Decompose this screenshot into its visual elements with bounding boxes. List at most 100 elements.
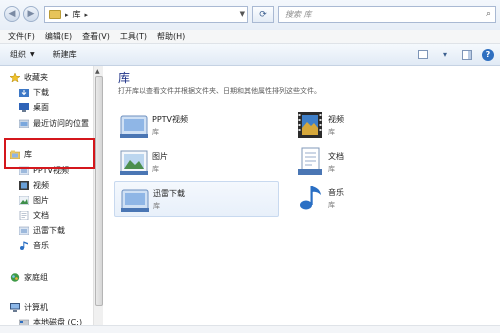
- nav-computer[interactable]: 计算机: [10, 301, 48, 314]
- nav-pictures[interactable]: 图片: [19, 194, 49, 207]
- menu-help[interactable]: 帮助(H): [155, 31, 187, 42]
- nav-label: 迅雷下载: [33, 226, 65, 235]
- recent-places-icon: [19, 119, 29, 128]
- pictures-icon: [19, 196, 29, 205]
- forward-button[interactable]: ▶: [23, 6, 39, 22]
- breadcrumb-libraries[interactable]: 库: [73, 9, 81, 20]
- tile-name: 迅雷下载: [153, 189, 185, 198]
- refresh-icon: ⟳: [259, 9, 267, 20]
- nav-documents[interactable]: 文档: [19, 209, 49, 222]
- address-bar: ◀ ▶ ▸ 库 ▸ ▼ ⟳ 搜索 库 ⌕: [0, 0, 500, 30]
- tile-type: 库: [152, 165, 159, 173]
- navigation-pane: 收藏夹 下载 桌面 最近访问的位置 库 PPTV视频 视频 图片 文档 迅雷下载…: [0, 66, 93, 333]
- organize-label: 组织: [10, 50, 26, 59]
- search-input[interactable]: 搜索 库 ⌕: [278, 6, 496, 23]
- library-tile-videos[interactable]: 视频 库: [290, 108, 455, 144]
- nav-downloads[interactable]: 下载: [19, 86, 49, 99]
- nav-recent-places[interactable]: 最近访问的位置: [19, 117, 89, 130]
- nav-music[interactable]: 音乐: [19, 239, 49, 252]
- details-pane: [0, 325, 500, 333]
- help-icon[interactable]: ?: [482, 48, 494, 61]
- tile-name: 文档: [328, 152, 344, 161]
- scroll-thumb[interactable]: [95, 76, 103, 306]
- tile-type: 库: [328, 128, 335, 136]
- chevron-down-icon[interactable]: ▼: [240, 10, 245, 18]
- command-bar: 组织 ▼ 新建库 ▾ ?: [0, 44, 500, 66]
- nav-label: 文档: [33, 211, 49, 220]
- menu-view[interactable]: 查看(V): [80, 31, 112, 42]
- page-description: 打开库以查看文件并根据文件夹、日期和其他属性排列这些文件。: [118, 87, 321, 95]
- library-folder-icon: [121, 189, 149, 212]
- nav-label: 最近访问的位置: [33, 119, 89, 128]
- tile-name: 音乐: [328, 188, 344, 197]
- desktop-icon: [19, 103, 29, 112]
- tile-name: 图片: [152, 152, 168, 161]
- search-placeholder: 搜索 库: [285, 10, 312, 19]
- video-icon: [19, 181, 29, 190]
- nav-label: 音乐: [33, 241, 49, 250]
- nav-favorites[interactable]: 收藏夹: [10, 71, 48, 84]
- library-tile-xunlei[interactable]: 迅雷下载 库: [114, 181, 279, 217]
- nav-label: 收藏夹: [24, 73, 48, 82]
- library-tile-pptv[interactable]: PPTV视频 库: [114, 108, 279, 144]
- red-highlight-annotation: [4, 138, 95, 169]
- preview-pane-button[interactable]: [460, 48, 474, 61]
- search-icon[interactable]: ⌕: [486, 9, 491, 19]
- homegroup-icon: [10, 273, 20, 282]
- tile-type: 库: [328, 201, 335, 209]
- breadcrumb-separator[interactable]: ▸: [65, 11, 69, 19]
- navigation-scrollbar[interactable]: ▲ ▼: [93, 66, 103, 333]
- music-library-icon: [300, 186, 321, 210]
- nav-label: 桌面: [33, 103, 49, 112]
- documents-icon: [19, 211, 29, 220]
- library-tile-pictures[interactable]: 图片 库: [114, 145, 279, 181]
- view-options-button[interactable]: ▾: [438, 48, 452, 61]
- nav-label: 视频: [33, 181, 49, 190]
- computer-icon: [10, 303, 20, 312]
- new-library-button[interactable]: 新建库: [53, 49, 77, 60]
- view-icon: [418, 50, 428, 59]
- nav-label: 家庭组: [24, 273, 48, 282]
- nav-desktop[interactable]: 桌面: [19, 101, 49, 114]
- page-title: 库: [118, 71, 131, 85]
- music-icon: [20, 241, 28, 250]
- chevron-down-icon: ▼: [30, 51, 35, 58]
- forward-arrow-icon: ▶: [27, 9, 35, 19]
- breadcrumb-separator[interactable]: ▸: [85, 11, 89, 19]
- tile-type: 库: [328, 165, 335, 173]
- video-library-icon: [298, 112, 322, 138]
- menu-tools[interactable]: 工具(T): [118, 31, 149, 42]
- folder-icon: [49, 10, 61, 19]
- preview-pane-icon: [462, 49, 472, 60]
- change-view-button[interactable]: [416, 48, 430, 61]
- tile-name: PPTV视频: [152, 115, 189, 124]
- pictures-library-icon: [120, 150, 148, 175]
- address-field[interactable]: ▸ 库 ▸ ▼: [44, 6, 248, 23]
- nav-homegroup[interactable]: 家庭组: [10, 271, 48, 284]
- back-arrow-icon: ◀: [8, 9, 16, 19]
- library-tile-documents[interactable]: 文档 库: [290, 145, 455, 181]
- star-icon: [10, 73, 20, 82]
- nav-xunlei-downloads[interactable]: 迅雷下载: [19, 224, 65, 237]
- scroll-up-icon[interactable]: ▲: [95, 68, 100, 75]
- nav-label: 图片: [33, 196, 49, 205]
- menu-bar: 文件(F) 编辑(E) 查看(V) 工具(T) 帮助(H): [0, 30, 500, 44]
- library-folder-icon: [120, 115, 148, 138]
- organize-button[interactable]: 组织 ▼: [10, 49, 35, 60]
- nav-videos[interactable]: 视频: [19, 179, 49, 192]
- tile-type: 库: [152, 128, 159, 136]
- downloads-icon: [19, 89, 29, 97]
- menu-file[interactable]: 文件(F): [6, 31, 37, 42]
- tile-type: 库: [153, 202, 160, 210]
- library-folder-icon: [19, 226, 29, 235]
- nav-label: 下载: [33, 88, 49, 97]
- library-content: 库 打开库以查看文件并根据文件夹、日期和其他属性排列这些文件。 PPTV视频 库…: [104, 66, 500, 333]
- menu-edit[interactable]: 编辑(E): [43, 31, 74, 42]
- documents-library-icon: [298, 147, 322, 175]
- chevron-down-icon: ▾: [442, 50, 447, 59]
- refresh-button[interactable]: ⟳: [252, 6, 274, 23]
- tile-name: 视频: [328, 115, 344, 124]
- nav-label: 计算机: [24, 303, 48, 312]
- back-button[interactable]: ◀: [4, 6, 20, 22]
- library-tile-music[interactable]: 音乐 库: [290, 181, 455, 217]
